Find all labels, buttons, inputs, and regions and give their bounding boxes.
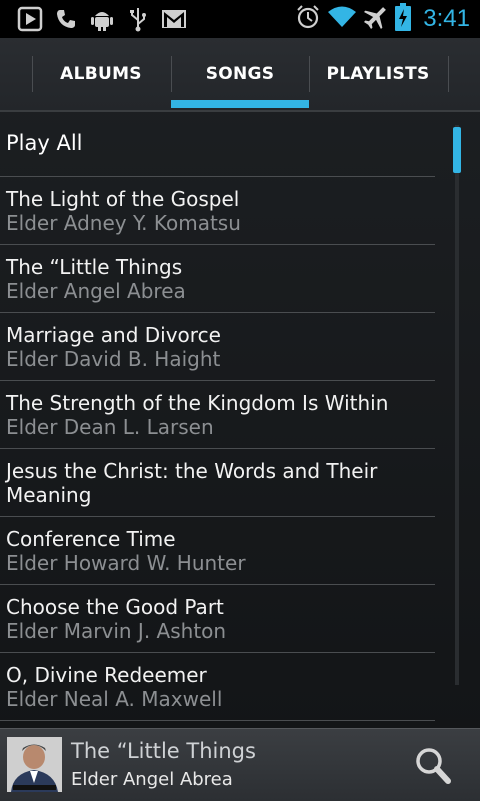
song-list: Play All The Light of the Gospel Elder A… (0, 110, 435, 721)
song-title: The Light of the Gospel (6, 186, 240, 211)
status-bar: oo 3:41 (0, 0, 480, 38)
search-button[interactable] (412, 745, 454, 787)
alarm-icon (295, 4, 321, 34)
song-artist: Elder Angel Abrea (6, 278, 186, 303)
scrollbar-track[interactable] (455, 125, 459, 685)
song-title: The “Little Things (6, 254, 183, 279)
gmail-icon (156, 4, 192, 34)
scrollbar-thumb[interactable] (453, 127, 461, 173)
usb-icon (120, 4, 156, 34)
song-title: O, Divine Redeemer (6, 662, 207, 687)
song-row[interactable]: The Strength of the Kingdom Is Within El… (0, 381, 435, 449)
now-playing-bar[interactable]: The “Little Things Elder Angel Abrea (0, 728, 480, 801)
song-title: Choose the Good Part (6, 594, 224, 619)
song-row[interactable]: Conference Time Elder Howard W. Hunter (0, 517, 435, 585)
tab-divider (448, 56, 449, 92)
selected-tab-indicator (171, 100, 309, 108)
song-row[interactable]: O, Divine Redeemer Elder Neal A. Maxwell (0, 653, 435, 721)
clock: 3:41 (423, 5, 470, 32)
song-title: The Strength of the Kingdom Is Within (6, 390, 389, 415)
song-artist: Elder Adney Y. Komatsu (6, 210, 241, 235)
now-playing-title: The “Little Things (71, 739, 256, 763)
now-playing-artist: Elder Angel Abrea (71, 769, 233, 790)
play-store-icon (12, 4, 48, 34)
airplane-mode-icon (363, 4, 389, 34)
song-title: Jesus the Christ: the Words and Their Me… (6, 458, 378, 507)
voicemail-icon: oo (48, 4, 84, 34)
android-debug-icon (84, 4, 120, 34)
search-icon (416, 748, 451, 784)
tab-bar: ALBUMS SONGS PLAYLISTS (0, 38, 480, 112)
song-artist: Elder David B. Haight (6, 346, 221, 371)
song-title: Marriage and Divorce (6, 322, 221, 347)
album-art-image (7, 737, 62, 792)
battery-charging-icon (395, 3, 412, 35)
song-row[interactable]: Choose the Good Part Elder Marvin J. Ash… (0, 585, 435, 653)
svg-text:oo: oo (67, 11, 77, 20)
song-title: Conference Time (6, 526, 176, 551)
tab-playlists[interactable]: PLAYLISTS (309, 38, 447, 110)
wifi-icon (327, 5, 357, 33)
song-artist: Elder Marvin J. Ashton (6, 618, 227, 643)
song-row[interactable]: Jesus the Christ: the Words and Their Me… (0, 449, 435, 517)
play-all-item[interactable]: Play All (0, 110, 435, 177)
song-row[interactable]: The Light of the Gospel Elder Adney Y. K… (0, 177, 435, 245)
song-row[interactable]: Marriage and Divorce Elder David B. Haig… (0, 313, 435, 381)
song-artist: Elder Howard W. Hunter (6, 550, 246, 575)
song-row[interactable]: The “Little Things Elder Angel Abrea (0, 245, 435, 313)
tab-albums[interactable]: ALBUMS (32, 38, 170, 110)
song-artist: Elder Neal A. Maxwell (6, 686, 223, 711)
album-art[interactable] (7, 737, 62, 792)
song-artist: Elder Dean L. Larsen (6, 414, 214, 439)
